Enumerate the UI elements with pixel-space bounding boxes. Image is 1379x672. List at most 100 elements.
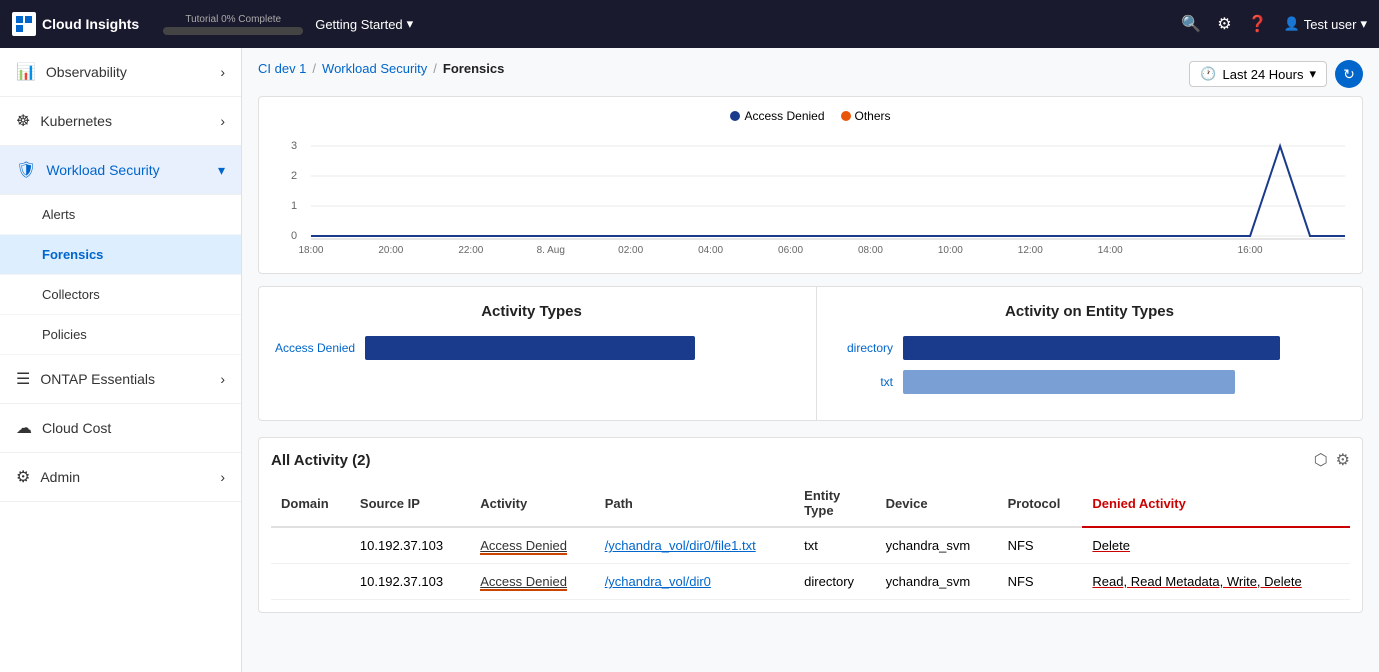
sidebar-item-workload-security[interactable]: 🛡 Workload Security ▾ <box>0 146 241 195</box>
activity-bar-fill <box>365 336 695 360</box>
activity-types-title: Activity Types <box>275 303 788 320</box>
logo: Cloud Insights <box>12 12 139 36</box>
all-activity-section: All Activity (2) ⬡ ⚙ Domain Source IP Ac… <box>258 437 1363 613</box>
activity-bar-container <box>365 336 788 360</box>
sidebar: 📊 Observability › ☸ Kubernetes › 🛡 Workl… <box>0 48 242 672</box>
activity-types-panel: Activity Types Access Denied <box>259 287 804 420</box>
cell-protocol: NFS <box>998 564 1083 600</box>
settings-button[interactable]: ⚙ <box>1217 14 1231 34</box>
cell-denied-activity: Delete <box>1082 527 1350 564</box>
entity-bar-txt: txt <box>833 370 1346 394</box>
chevron-down-icon: ▾ <box>218 162 225 179</box>
sidebar-sub-policies[interactable]: Policies <box>0 315 241 355</box>
activity-panels: Activity Types Access Denied Activity on… <box>258 286 1363 421</box>
svg-text:1: 1 <box>291 200 297 212</box>
activity-link[interactable]: Access Denied <box>480 574 567 591</box>
cell-device: ychandra_svm <box>876 564 998 600</box>
chevron-right-icon: › <box>220 64 225 80</box>
collectors-label: Collectors <box>42 287 100 302</box>
entity-label-txt[interactable]: txt <box>833 375 893 389</box>
sidebar-label-ontap: ONTAP Essentials <box>40 371 155 387</box>
svg-text:20:00: 20:00 <box>378 245 403 256</box>
path-link[interactable]: /ychandra_vol/dir0/file1.txt <box>605 538 756 553</box>
sidebar-label-cloud-cost: Cloud Cost <box>42 420 111 436</box>
col-source-ip: Source IP <box>350 480 470 527</box>
cell-entity-type: txt <box>794 527 875 564</box>
legend-label-others: Others <box>855 109 891 123</box>
activity-bar-access-denied: Access Denied <box>275 336 788 360</box>
entity-bar-directory-container <box>903 336 1346 360</box>
main-layout: 📊 Observability › ☸ Kubernetes › 🛡 Workl… <box>0 48 1379 672</box>
legend-label-access-denied: Access Denied <box>744 109 824 123</box>
time-label: Last 24 Hours <box>1223 67 1304 82</box>
cell-activity: Access Denied <box>470 527 594 564</box>
svg-text:14:00: 14:00 <box>1098 245 1123 256</box>
time-selector[interactable]: 🕐 Last 24 Hours ▾ <box>1189 61 1327 87</box>
col-path: Path <box>595 480 794 527</box>
chevron-right-icon-ontap: › <box>220 371 225 387</box>
timeline-chart: 3 2 1 0 18:00 20:00 22:00 8. Aug 02:00 <box>271 131 1350 261</box>
chart-area: Access Denied Others 3 2 1 0 <box>258 96 1363 274</box>
col-entity-type: EntityType <box>794 480 875 527</box>
activity-label-access-denied[interactable]: Access Denied <box>275 341 355 355</box>
help-button[interactable]: ❓ <box>1248 14 1268 34</box>
admin-icon: ⚙ <box>16 467 30 487</box>
table-settings-button[interactable]: ⚙ <box>1336 450 1350 470</box>
activity-entity-title: Activity on Entity Types <box>833 303 1346 320</box>
sidebar-item-observability[interactable]: 📊 Observability › <box>0 48 241 97</box>
cell-protocol: NFS <box>998 527 1083 564</box>
kubernetes-icon: ☸ <box>16 111 30 131</box>
sidebar-sub-collectors[interactable]: Collectors <box>0 275 241 315</box>
cell-domain <box>271 527 350 564</box>
svg-text:02:00: 02:00 <box>618 245 643 256</box>
sidebar-item-cloud-cost[interactable]: ☁ Cloud Cost <box>0 404 241 453</box>
sidebar-item-kubernetes[interactable]: ☸ Kubernetes › <box>0 97 241 146</box>
cell-activity: Access Denied <box>470 564 594 600</box>
entity-bar-directory: directory <box>833 336 1346 360</box>
table-export-button[interactable]: ⬡ <box>1314 450 1328 470</box>
breadcrumb-current: Forensics <box>443 61 504 76</box>
tutorial-bar: Tutorial 0% Complete <box>163 14 303 35</box>
sidebar-item-ontap[interactable]: ☰ ONTAP Essentials › <box>0 355 241 404</box>
search-button[interactable]: 🔍 <box>1181 14 1201 34</box>
col-device: Device <box>876 480 998 527</box>
table-row: 10.192.37.103 Access Denied /ychandra_vo… <box>271 564 1350 600</box>
cloud-cost-icon: ☁ <box>16 418 32 438</box>
refresh-button[interactable]: ↻ <box>1335 60 1363 88</box>
svg-text:12:00: 12:00 <box>1018 245 1043 256</box>
all-activity-title: All Activity (2) <box>271 452 370 469</box>
tutorial-label: Tutorial 0% Complete <box>185 14 281 25</box>
breadcrumb-workload-security[interactable]: Workload Security <box>322 61 427 76</box>
activity-link[interactable]: Access Denied <box>480 538 567 555</box>
col-denied-activity: Denied Activity <box>1082 480 1350 527</box>
top-navigation: Cloud Insights Tutorial 0% Complete Gett… <box>0 0 1379 48</box>
entity-label-directory[interactable]: directory <box>833 341 893 355</box>
sidebar-item-admin[interactable]: ⚙ Admin › <box>0 453 241 502</box>
tutorial-progress-bar <box>163 27 303 35</box>
col-activity: Activity <box>470 480 594 527</box>
breadcrumb-ci-dev[interactable]: CI dev 1 <box>258 61 306 76</box>
getting-started-button[interactable]: Getting Started ▾ <box>315 16 413 32</box>
user-avatar-icon: 👤 <box>1284 16 1300 32</box>
sidebar-label-kubernetes: Kubernetes <box>40 113 112 129</box>
sidebar-sub-alerts[interactable]: Alerts <box>0 195 241 235</box>
top-nav-icons: 🔍 ⚙ ❓ 👤 Test user ▾ <box>1181 14 1367 34</box>
breadcrumb: CI dev 1 / Workload Security / Forensics <box>258 61 504 76</box>
sidebar-sub-forensics[interactable]: Forensics <box>0 235 241 275</box>
path-link[interactable]: /ychandra_vol/dir0 <box>605 574 711 589</box>
legend-dot-access-denied <box>730 111 740 121</box>
cell-device: ychandra_svm <box>876 527 998 564</box>
sidebar-label-workload-security: Workload Security <box>46 162 159 178</box>
svg-text:18:00: 18:00 <box>298 245 323 256</box>
svg-text:04:00: 04:00 <box>698 245 723 256</box>
legend-access-denied: Access Denied <box>730 109 824 123</box>
netapp-logo-icon <box>12 12 36 36</box>
sidebar-label-observability: Observability <box>46 64 127 80</box>
forensics-label: Forensics <box>42 247 103 262</box>
table-row: 10.192.37.103 Access Denied /ychandra_vo… <box>271 527 1350 564</box>
legend-dot-others <box>841 111 851 121</box>
workload-security-icon: 🛡 <box>16 160 36 180</box>
alerts-label: Alerts <box>42 207 75 222</box>
entity-bar-txt-fill <box>903 370 1235 394</box>
user-menu-button[interactable]: 👤 Test user ▾ <box>1284 16 1367 32</box>
